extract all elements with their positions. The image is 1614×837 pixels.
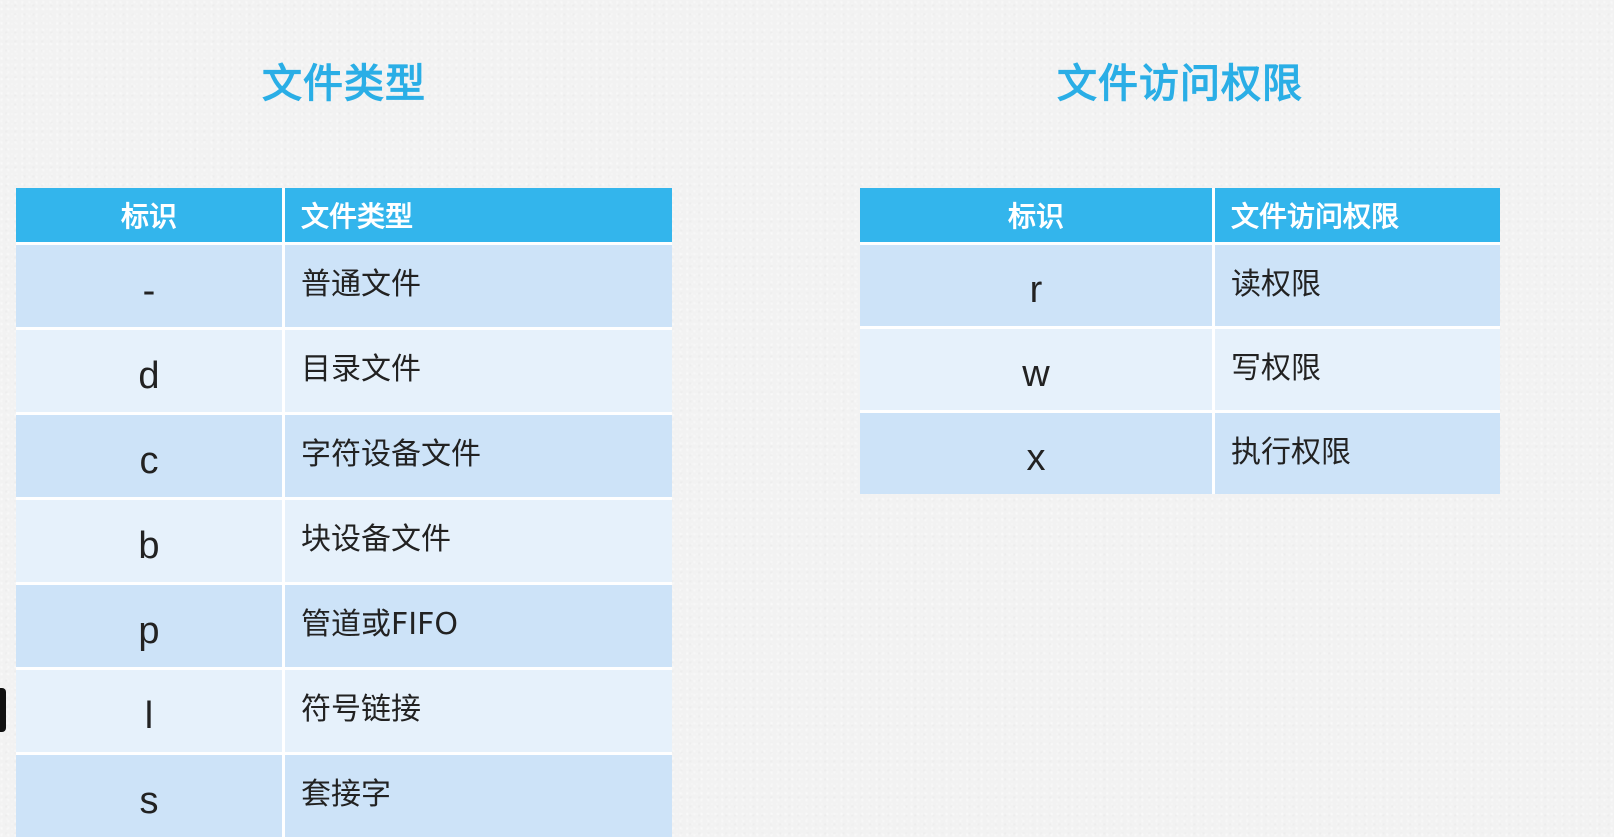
perm-desc-cell: 执行权限 [1212,413,1500,494]
perm-id-cell: w [860,329,1212,413]
table-header-row: 标识 文件访问权限 [860,188,1500,245]
table-row: w 写权限 [860,329,1500,413]
table-row: b 块设备文件 [16,500,672,585]
type-desc-cell: 块设备文件 [282,500,672,585]
type-desc-cell: 普通文件 [282,245,672,330]
type-id-cell: d [16,330,282,415]
table-row: c 字符设备文件 [16,415,672,500]
table-row: l 符号链接 [16,670,672,755]
file-permissions-title: 文件访问权限 [1057,61,1303,107]
perm-desc-cell: 读权限 [1212,245,1500,329]
file-types-table: 标识 文件类型 - 普通文件 d 目录文件 c 字符设备文件 b 块设备文件 p… [16,188,672,837]
type-desc-cell: 目录文件 [282,330,672,415]
table-header-row: 标识 文件类型 [16,188,672,245]
header-permission: 文件访问权限 [1212,188,1500,245]
table-row: p 管道或FIFO [16,585,672,670]
type-id-cell: - [16,245,282,330]
header-id: 标识 [860,188,1212,245]
edge-marker [0,688,6,732]
table-row: x 执行权限 [860,413,1500,494]
type-desc-cell: 字符设备文件 [282,415,672,500]
type-desc-cell: 符号链接 [282,670,672,755]
header-id: 标识 [16,188,282,245]
table-row: r 读权限 [860,245,1500,329]
header-file-type: 文件类型 [282,188,672,245]
file-permissions-table: 标识 文件访问权限 r 读权限 w 写权限 x 执行权限 [860,188,1500,494]
table-row: d 目录文件 [16,330,672,415]
perm-id-cell: r [860,245,1212,329]
table-row: - 普通文件 [16,245,672,330]
type-id-cell: c [16,415,282,500]
table-row: s 套接字 [16,755,672,837]
type-desc-cell: 套接字 [282,755,672,837]
type-id-cell: b [16,500,282,585]
perm-desc-cell: 写权限 [1212,329,1500,413]
type-id-cell: s [16,755,282,837]
type-id-cell: l [16,670,282,755]
type-id-cell: p [16,585,282,670]
file-types-title: 文件类型 [262,61,426,107]
type-desc-cell: 管道或FIFO [282,585,672,670]
perm-id-cell: x [860,413,1212,494]
